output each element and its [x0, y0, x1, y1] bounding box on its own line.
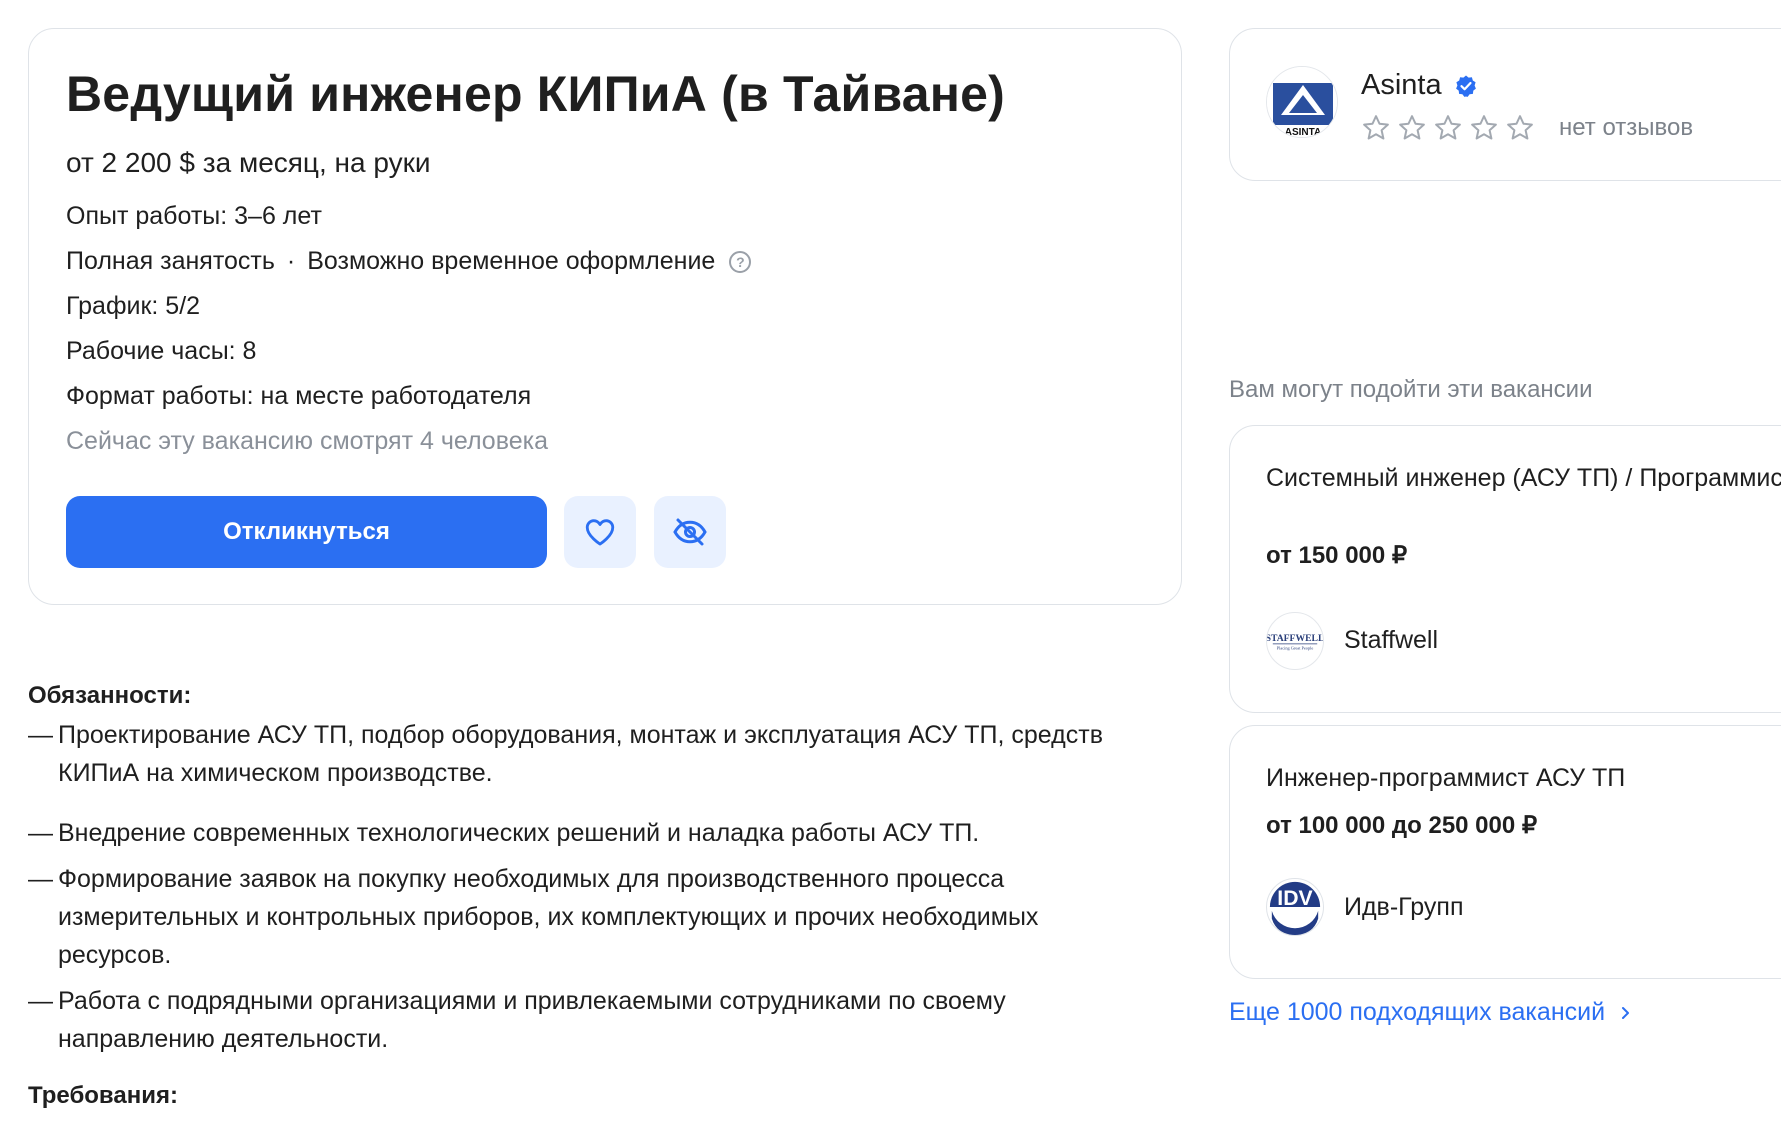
hide-vacancy-button[interactable]	[654, 496, 726, 568]
dash: —	[28, 987, 53, 1015]
asinta-logo-icon: ASINTA	[1267, 67, 1337, 138]
suggested-vacancy-salary: от 100 000 до 250 000 ₽	[1266, 812, 1538, 839]
dash: —	[28, 819, 53, 847]
suggested-company-name[interactable]: Идв-Групп	[1344, 893, 1464, 922]
svg-text:GROUP: GROUP	[1277, 914, 1313, 925]
employment-line: Полная занятость · Возможно временное оф…	[66, 247, 752, 276]
verified-check-icon	[1455, 75, 1476, 97]
duty-text: Проектирование АСУ ТП, подбор оборудован…	[58, 721, 1103, 787]
idv-group-logo: IDV GROUP	[1266, 878, 1324, 936]
svg-text:ASINTA: ASINTA	[1285, 127, 1321, 138]
duties-heading: Обязанности:	[28, 682, 192, 709]
favorite-button[interactable]	[564, 496, 636, 568]
star-icon	[1399, 115, 1425, 140]
apply-button[interactable]: Откликнуться	[66, 496, 547, 568]
suggested-vacancy-title[interactable]: Инженер-программист АСУ ТП	[1266, 761, 1781, 795]
vacancy-salary: от 2 200 $ за месяц, на руки	[66, 147, 431, 178]
company-name-row: Asinta	[1361, 69, 1478, 102]
duty-text: Внедрение современных технологических ре…	[58, 819, 980, 847]
company-logo[interactable]: ASINTA	[1266, 66, 1338, 138]
suggested-vacancy-title[interactable]: Системный инженер (АСУ ТП) / Программист…	[1266, 461, 1781, 495]
experience: Опыт работы: 3–6 лет	[66, 202, 322, 230]
employment-type: Полная занятость	[66, 247, 275, 275]
reviews-count[interactable]: нет отзывов	[1559, 114, 1693, 142]
svg-text:IDV: IDV	[1277, 886, 1313, 910]
duty-text: Формирование заявок на покупку необходим…	[58, 865, 1039, 969]
working-hours: Рабочие часы: 8	[66, 337, 257, 365]
vacancy-card: Ведущий инженер КИПиА (в Тайване) от 2 2…	[28, 28, 1182, 605]
work-format: Формат работы: на месте работодателя	[66, 382, 532, 410]
eye-off-icon	[673, 518, 707, 546]
chevron-right-icon	[1622, 1006, 1630, 1019]
more-vacancies-label: Еще 1000 подходящих вакансий	[1229, 998, 1606, 1026]
staffwell-logo-icon: STAFFWELL Placing Great People	[1267, 633, 1323, 651]
suggested-company-name[interactable]: Staffwell	[1344, 626, 1438, 655]
company-name[interactable]: Asinta	[1361, 69, 1442, 102]
dash: —	[28, 865, 53, 893]
star-icon	[1507, 115, 1533, 140]
star-icon	[1435, 115, 1461, 140]
duty-item: — Проектирование АСУ ТП, подбор оборудов…	[28, 716, 1178, 792]
company-card[interactable]: ASINTA Asinta нет отзывов	[1229, 28, 1781, 181]
temporary-employment: Возможно временное оформление	[307, 247, 716, 275]
requirements-heading: Требования:	[28, 1082, 178, 1109]
duty-text: Работа с подрядными организациями и прив…	[58, 987, 1006, 1053]
star-icon	[1363, 115, 1389, 140]
dash: —	[28, 721, 53, 749]
suggested-vacancy-card[interactable]: Системный инженер (АСУ ТП) / Программист…	[1229, 425, 1781, 713]
viewers-count: Сейчас эту вакансию смотрят 4 человека	[66, 427, 549, 455]
schedule: График: 5/2	[66, 292, 201, 320]
staffwell-logo: STAFFWELL Placing Great People	[1266, 612, 1324, 670]
svg-text:Placing Great People: Placing Great People	[1277, 646, 1314, 651]
rating: нет отзывов	[1361, 113, 1693, 143]
svg-text:STAFFWELL: STAFFWELL	[1267, 633, 1323, 644]
heart-icon	[585, 519, 615, 546]
duty-item: — Работа с подрядными организациями и пр…	[28, 982, 1128, 1058]
duty-item: — Внедрение современных технологических …	[28, 814, 1178, 852]
star-icon	[1471, 115, 1497, 140]
vacancy-title: Ведущий инженер КИПиА (в Тайване)	[66, 66, 1005, 122]
more-vacancies-link[interactable]: Еще 1000 подходящих вакансий	[1229, 998, 1633, 1027]
idv-group-logo-icon: IDV GROUP	[1267, 879, 1323, 935]
suggested-vacancy-salary: от 150 000 ₽	[1266, 542, 1408, 569]
suggestions-heading: Вам могут подойти эти вакансии	[1229, 376, 1593, 403]
duty-item: — Формирование заявок на покупку необход…	[28, 860, 1138, 974]
separator: ·	[286, 247, 296, 275]
suggested-vacancy-card[interactable]: Инженер-программист АСУ ТП от 100 000 до…	[1229, 725, 1781, 979]
help-icon[interactable]: ?	[729, 250, 752, 273]
